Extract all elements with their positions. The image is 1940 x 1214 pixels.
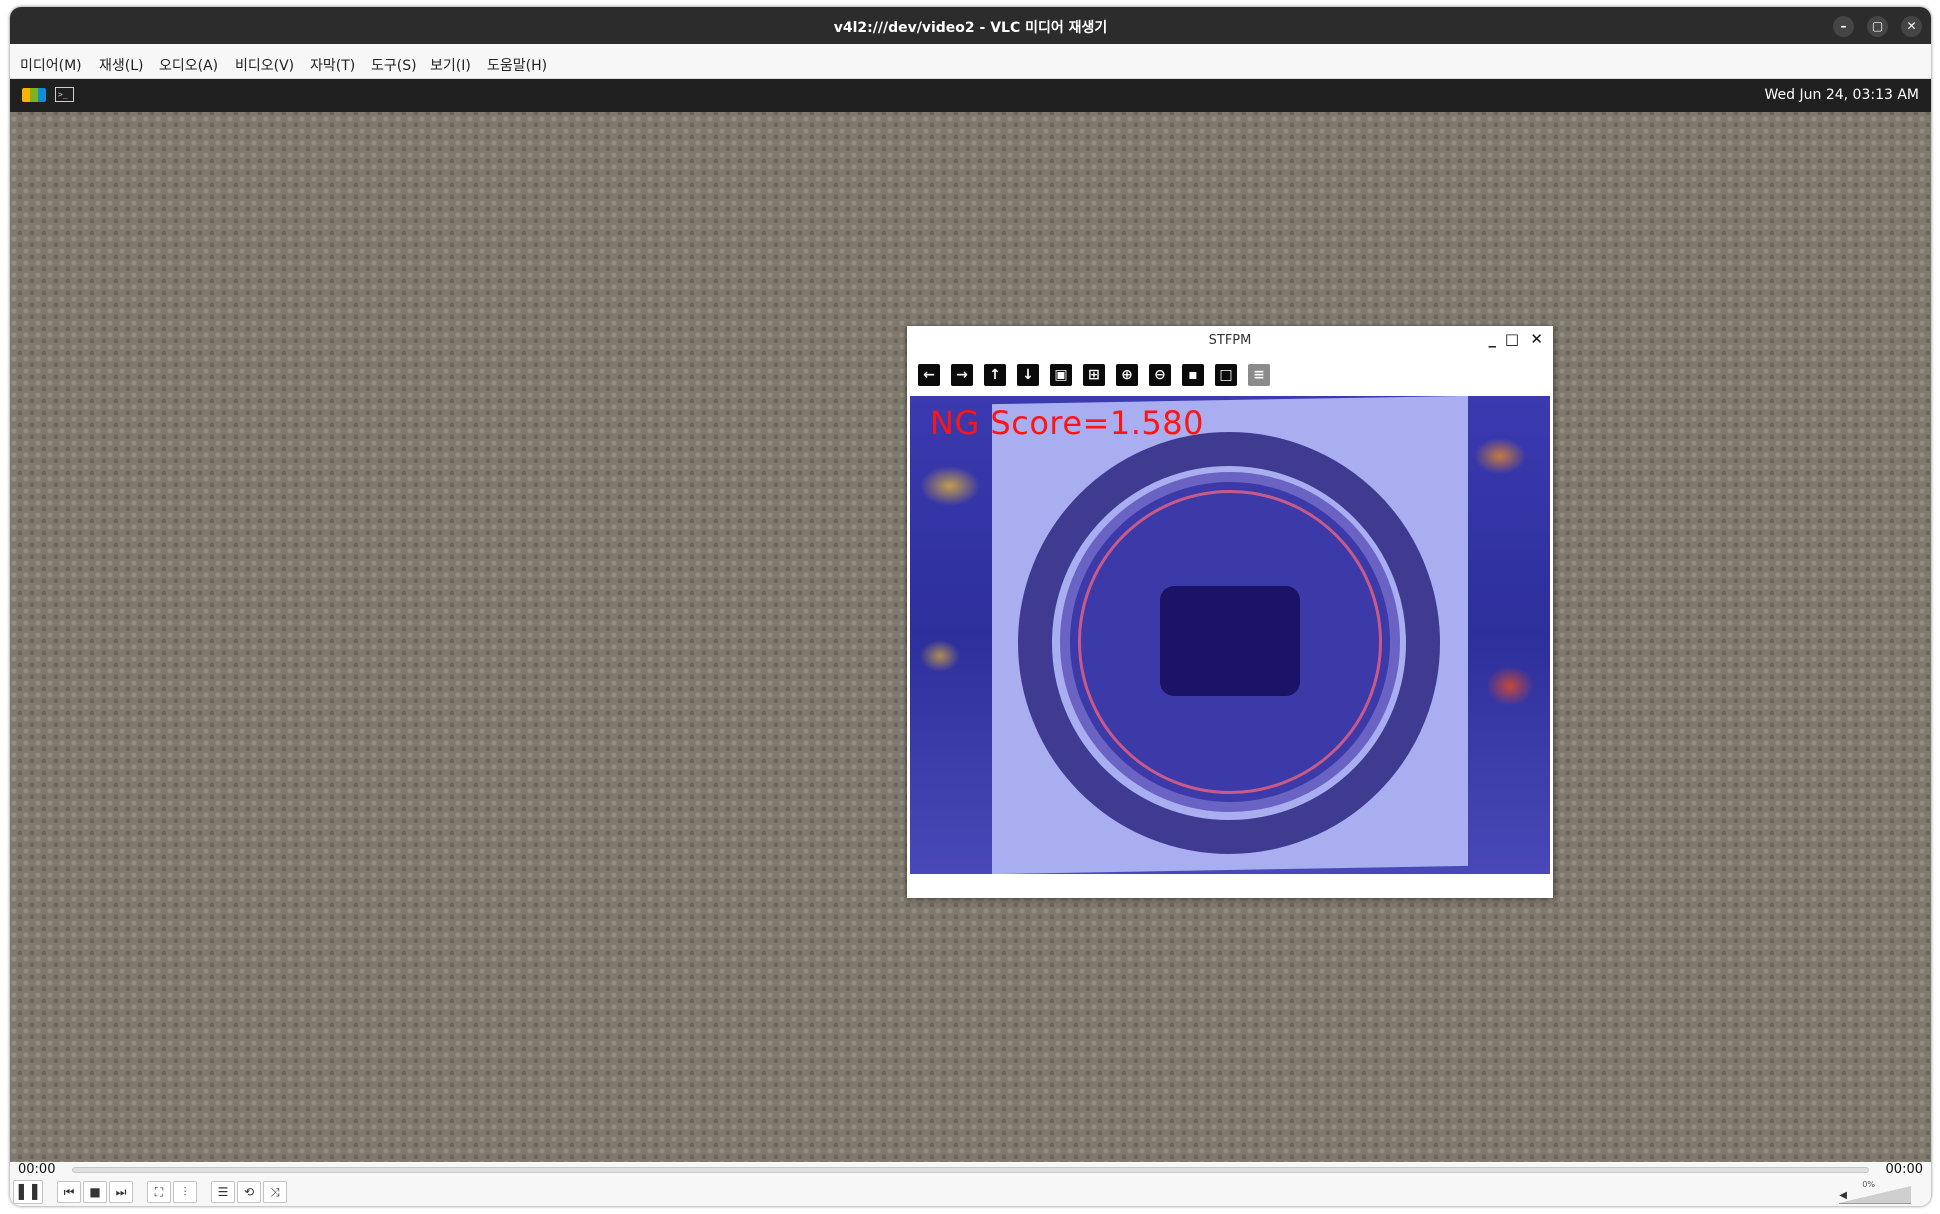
menu-subtitle[interactable]: 자막(T) xyxy=(310,55,355,75)
image-icon[interactable]: ▣ xyxy=(1050,364,1072,386)
stfpm-maximize-button[interactable]: □ xyxy=(1505,330,1519,348)
menu-media[interactable]: 미디어(M) xyxy=(20,55,82,75)
playlist-button[interactable]: ☰ xyxy=(211,1181,235,1203)
arrow-up-icon[interactable]: ↑ xyxy=(984,364,1006,386)
vlc-window: v4l2:///dev/video2 - VLC 미디어 재생기 – ▢ ✕ 미… xyxy=(10,7,1931,1206)
stop-button[interactable]: ■ xyxy=(83,1181,107,1203)
maximize-button[interactable]: ▢ xyxy=(1867,16,1888,37)
menu-help[interactable]: 도움말(H) xyxy=(487,55,547,75)
fullscreen-button[interactable]: ⛶ xyxy=(147,1181,171,1203)
seek-bar[interactable] xyxy=(72,1167,1869,1173)
arrow-right-icon[interactable]: → xyxy=(951,364,973,386)
pause-button[interactable]: ❚❚ xyxy=(13,1180,43,1204)
menu-audio[interactable]: 오디오(A) xyxy=(159,55,218,75)
nxp-logo-icon xyxy=(22,88,46,102)
anomaly-heatmap-image: NG Score=1.580 xyxy=(910,396,1550,874)
menu-tools[interactable]: 도구(S) xyxy=(371,55,417,75)
save-icon[interactable]: ▪ xyxy=(1182,364,1204,386)
clock: Wed Jun 24, 03:13 AM xyxy=(1764,87,1919,103)
shuffle-button[interactable]: ⤨ xyxy=(263,1181,287,1203)
stfpm-minimize-button[interactable]: _ xyxy=(1489,330,1497,348)
title-bar[interactable]: v4l2:///dev/video2 - VLC 미디어 재생기 – ▢ ✕ xyxy=(10,7,1931,44)
bottle-center xyxy=(1160,586,1300,696)
ng-score-text: NG Score=1.580 xyxy=(930,404,1204,442)
desktop-top-bar: >_ Wed Jun 24, 03:13 AM xyxy=(10,79,1931,112)
elapsed-time: 00:00 xyxy=(18,1162,56,1177)
volume-slider[interactable] xyxy=(1839,1186,1911,1204)
menu-view[interactable]: 보기(I) xyxy=(430,55,471,75)
menu-video[interactable]: 비디오(V) xyxy=(235,55,294,75)
arrow-left-icon[interactable]: ← xyxy=(918,364,940,386)
video-area[interactable]: >_ Wed Jun 24, 03:13 AM STFPM _ □ ✕ ← → … xyxy=(10,79,1931,1162)
previous-button[interactable]: ⏮ xyxy=(57,1181,81,1203)
window-icon[interactable]: □ xyxy=(1215,364,1237,386)
terminal-icon[interactable]: >_ xyxy=(55,87,74,102)
total-time: 00:00 xyxy=(1885,1162,1923,1177)
menu-playback[interactable]: 재생(L) xyxy=(99,55,143,75)
properties-icon[interactable]: ≡ xyxy=(1248,364,1270,386)
stfpm-window: STFPM _ □ ✕ ← → ↑ ↓ ▣ ⊞ ⊕ ⊖ ▪ □ ≡ NG Sco… xyxy=(907,326,1553,898)
menu-bar: 미디어(M) 재생(L) 오디오(A) 비디오(V) 자막(T) 도구(S) 보… xyxy=(10,44,1931,79)
arrow-down-icon[interactable]: ↓ xyxy=(1017,364,1039,386)
playback-controls: 00:00 00:00 ❚❚ ⏮ ■ ⏭ ⛶ ⫶ ☰ ⟲ ⤨ ◀ 0% xyxy=(10,1162,1931,1206)
window-title: v4l2:///dev/video2 - VLC 미디어 재생기 xyxy=(833,20,1108,36)
stfpm-title: STFPM xyxy=(1208,333,1252,348)
loop-button[interactable]: ⟲ xyxy=(237,1181,261,1203)
extended-settings-button[interactable]: ⫶ xyxy=(173,1181,197,1203)
minimize-button[interactable]: – xyxy=(1833,16,1854,37)
zoom-out-icon[interactable]: ⊖ xyxy=(1149,364,1171,386)
image-save-icon[interactable]: ⊞ xyxy=(1083,364,1105,386)
close-button[interactable]: ✕ xyxy=(1901,16,1922,37)
stfpm-close-button[interactable]: ✕ xyxy=(1530,330,1543,348)
next-button[interactable]: ⏭ xyxy=(109,1181,133,1203)
zoom-in-icon[interactable]: ⊕ xyxy=(1116,364,1138,386)
